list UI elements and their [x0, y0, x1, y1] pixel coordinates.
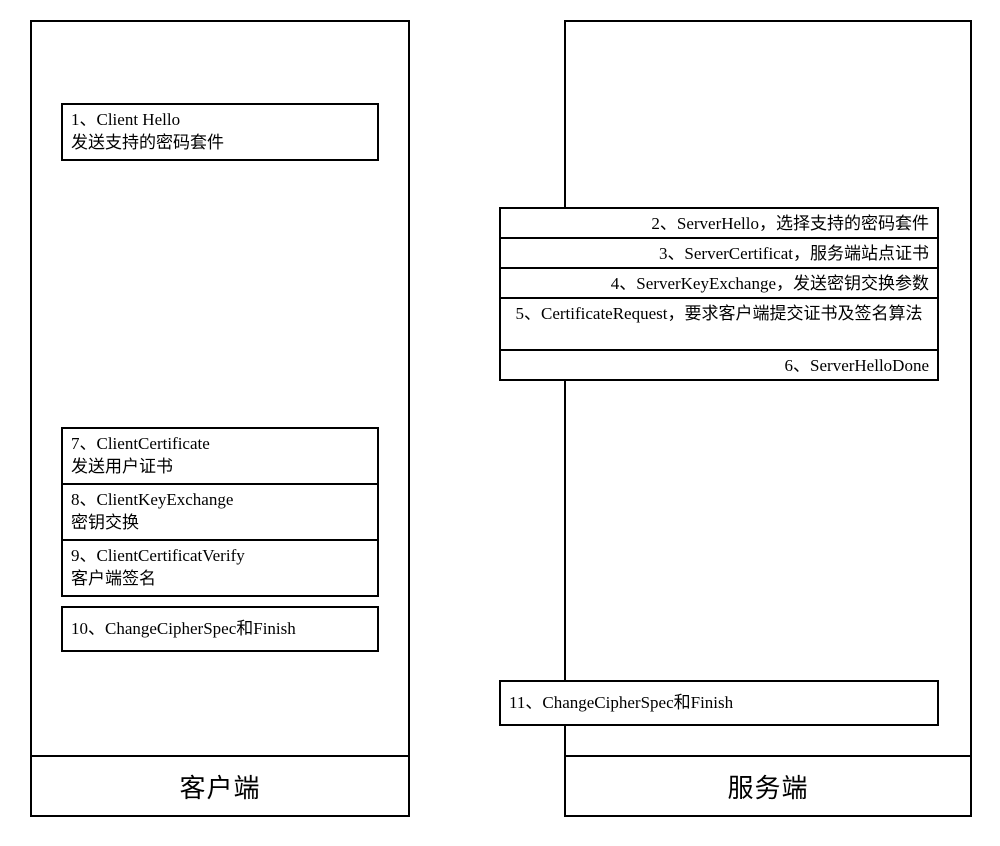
client-lane-label: 客户端 — [32, 755, 408, 815]
msg-server-hello-done: 6、ServerHelloDone — [499, 349, 939, 381]
msg-client-change-cipher-finish: 10、ChangeCipherSpec和Finish — [61, 606, 379, 652]
msg-client-key-exchange: 8、ClientKeyExchange密钥交换 — [61, 483, 379, 541]
msg-client-hello: 1、Client Hello发送支持的密码套件 — [61, 103, 379, 161]
server-lane-label: 服务端 — [566, 755, 970, 815]
msg-certificate-request: 5、CertificateRequest，要求客户端提交证书及签名算法 — [499, 297, 939, 351]
handshake-diagram: 客户端 服务端 1、Client Hello发送支持的密码套件 7、Client… — [0, 0, 1000, 846]
msg-client-certificate-verify: 9、ClientCertificatVerify客户端签名 — [61, 539, 379, 597]
msg-server-hello: 2、ServerHello，选择支持的密码套件 — [499, 207, 939, 239]
msg-server-certificate: 3、ServerCertificat，服务端站点证书 — [499, 237, 939, 269]
msg-client-certificate: 7、ClientCertificate发送用户证书 — [61, 427, 379, 485]
msg-server-key-exchange: 4、ServerKeyExchange，发送密钥交换参数 — [499, 267, 939, 299]
msg-server-change-cipher-finish: 11、ChangeCipherSpec和Finish — [499, 680, 939, 726]
